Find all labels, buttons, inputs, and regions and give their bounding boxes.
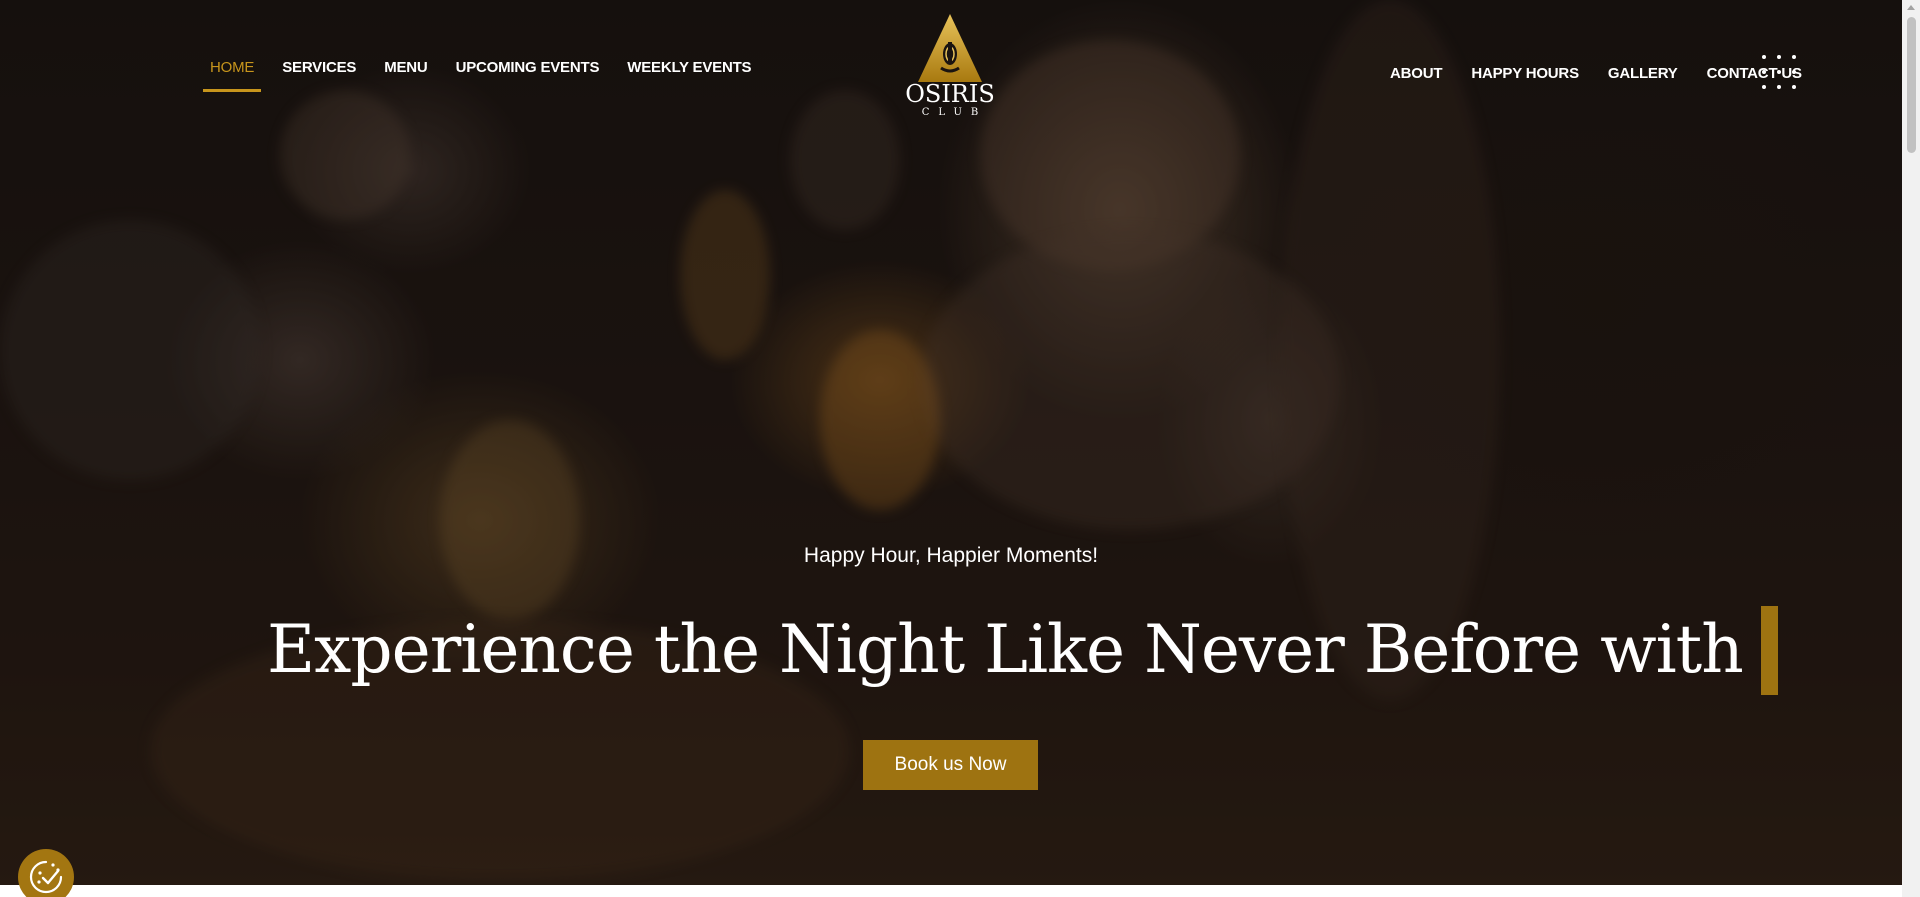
typing-cursor — [1760, 605, 1778, 695]
grid-dots-icon[interactable] — [1762, 55, 1796, 89]
page: HOME SERVICES MENU UPCOMING EVENTS WEEKL… — [0, 0, 1902, 897]
hero-tagline: Happy Hour, Happier Moments! — [803, 544, 1099, 567]
hero-headline: Experience the Night Like Never Before w… — [267, 605, 1778, 695]
cookie-consent-button[interactable] — [18, 849, 74, 897]
nav-item-happy-hours[interactable]: HAPPY HOURS — [1464, 62, 1586, 82]
primary-nav-left: HOME SERVICES MENU UPCOMING EVENTS WEEKL… — [203, 56, 758, 92]
cookie-consent-icon — [29, 860, 63, 894]
nav-item-menu[interactable]: MENU — [377, 56, 434, 76]
page-scrollbar[interactable] — [1902, 0, 1920, 897]
book-us-now-button[interactable]: Book us Now — [863, 740, 1038, 790]
site-logo[interactable]: OSIRIS CLUB — [905, 12, 995, 120]
logo-subtitle: CLUB — [921, 107, 988, 118]
pyramid-icon — [918, 14, 982, 82]
hero-headline-text: Experience the Night Like Never Before w… — [267, 611, 1744, 688]
nav-item-weekly-events[interactable]: WEEKLY EVENTS — [620, 56, 758, 76]
nav-item-home[interactable]: HOME — [203, 56, 262, 92]
scroll-up-arrow-icon[interactable] — [1907, 5, 1915, 10]
logo-wordmark: OSIRIS — [905, 80, 995, 108]
nav-item-upcoming-events[interactable]: UPCOMING EVENTS — [449, 56, 607, 76]
nav-item-gallery[interactable]: GALLERY — [1601, 62, 1685, 82]
nav-item-about[interactable]: ABOUT — [1383, 62, 1449, 82]
nav-item-services[interactable]: SERVICES — [275, 56, 363, 76]
scrollbar-thumb[interactable] — [1907, 17, 1916, 153]
primary-nav-right: ABOUT HAPPY HOURS GALLERY CONTACT US — [1383, 62, 1809, 82]
